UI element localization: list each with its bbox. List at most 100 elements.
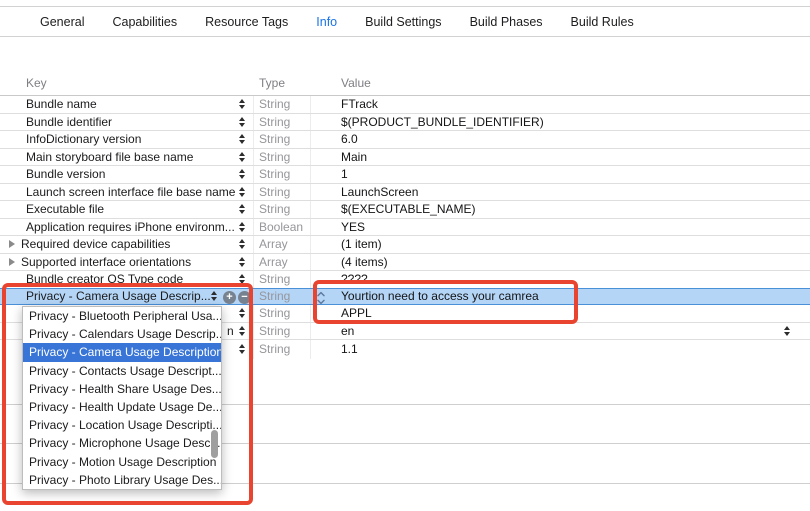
- stepper-up-icon: [239, 204, 245, 208]
- stepper-control[interactable]: [239, 187, 245, 197]
- row-type: String: [259, 115, 290, 129]
- dropdown-item[interactable]: Privacy - Bluetooth Peripheral Usa...: [23, 307, 221, 325]
- tab-build-rules[interactable]: Build Rules: [571, 15, 634, 29]
- stepper-control[interactable]: [239, 308, 245, 318]
- dropdown-item[interactable]: Privacy - Location Usage Descripti...: [23, 416, 221, 434]
- stepper-control[interactable]: [239, 222, 245, 232]
- table-row[interactable]: Launch screen interface file base nameSt…: [0, 184, 810, 202]
- stepper-up-icon: [211, 291, 217, 295]
- table-row[interactable]: Bundle creator OS Type codeString????: [0, 271, 810, 289]
- row-key: Main storyboard file base name: [26, 150, 193, 164]
- dropdown-item[interactable]: Privacy - Microphone Usage Descr...: [23, 434, 221, 452]
- stepper-up-icon: [239, 239, 245, 243]
- stepper-control[interactable]: [239, 257, 245, 267]
- stepper-control[interactable]: [239, 117, 245, 127]
- stepper-up-icon: [784, 326, 790, 330]
- stepper-down-icon: [239, 350, 245, 354]
- table-row[interactable]: Privacy - Camera Usage Descrip...+−Strin…: [0, 288, 810, 306]
- stepper-control[interactable]: [239, 152, 245, 162]
- table-row[interactable]: Executable fileString$(EXECUTABLE_NAME): [0, 201, 810, 219]
- stepper-up-icon: [239, 274, 245, 278]
- stepper-down-icon: [239, 314, 245, 318]
- column-header-key: Key: [26, 76, 47, 90]
- stepper-down-icon: [239, 280, 245, 284]
- table-row[interactable]: InfoDictionary versionString6.0: [0, 131, 810, 149]
- row-type: Array: [259, 237, 288, 251]
- row-type: Boolean: [259, 220, 303, 234]
- stepper-down-icon: [239, 158, 245, 162]
- row-key: Bundle name: [26, 97, 97, 111]
- scrollbar-thumb[interactable]: [211, 430, 218, 458]
- dropdown-item[interactable]: Privacy - Health Update Usage De...: [23, 398, 221, 416]
- stepper-control[interactable]: [239, 99, 245, 109]
- row-value: $(EXECUTABLE_NAME): [341, 202, 475, 216]
- row-value: ????: [341, 272, 368, 286]
- stepper-control[interactable]: [211, 291, 217, 301]
- stepper-control[interactable]: [239, 169, 245, 179]
- tab-build-phases[interactable]: Build Phases: [470, 15, 543, 29]
- row-key: Application requires iPhone environm...: [26, 220, 235, 234]
- stepper-control[interactable]: [239, 239, 245, 249]
- tab-info[interactable]: Info: [316, 15, 337, 29]
- stepper-control[interactable]: [239, 274, 245, 284]
- stepper-control[interactable]: [239, 344, 245, 354]
- row-value: (4 items): [341, 255, 388, 269]
- tab-bar: General Capabilities Resource Tags Info Buil…: [0, 6, 810, 37]
- row-key: InfoDictionary version: [26, 132, 141, 146]
- value-popup-stepper-icon[interactable]: [316, 291, 326, 305]
- table-row[interactable]: Bundle identifierString$(PRODUCT_BUNDLE_…: [0, 114, 810, 132]
- disclosure-triangle-icon[interactable]: [9, 258, 15, 266]
- dropdown-item[interactable]: Privacy - Calendars Usage Descrip...: [23, 325, 221, 343]
- tab-capabilities[interactable]: Capabilities: [112, 15, 177, 29]
- stepper-down-icon: [239, 245, 245, 249]
- stepper-up-icon: [239, 152, 245, 156]
- row-value: APPL: [341, 306, 372, 320]
- stepper-down-icon: [239, 228, 245, 232]
- table-row[interactable]: Required device capabilitiesArray(1 item…: [0, 236, 810, 254]
- row-type: String: [259, 324, 290, 338]
- row-key: Launch screen interface file base name: [26, 185, 235, 199]
- stepper-up-icon: [239, 187, 245, 191]
- stepper-down-icon: [239, 105, 245, 109]
- add-row-button[interactable]: +: [223, 291, 236, 304]
- row-key: Supported interface orientations: [21, 255, 191, 269]
- row-key: Executable file: [26, 202, 104, 216]
- row-type: String: [259, 167, 290, 181]
- tab-general[interactable]: General: [40, 15, 84, 29]
- row-key: Bundle creator OS Type code: [26, 272, 183, 286]
- tab-build-settings[interactable]: Build Settings: [365, 15, 441, 29]
- stepper-control[interactable]: [239, 134, 245, 144]
- column-header-value: Value: [341, 76, 371, 90]
- dropdown-item[interactable]: Privacy - Photo Library Usage Des...: [23, 471, 221, 489]
- row-value: 1.1: [341, 342, 358, 356]
- key-dropdown: Privacy - Bluetooth Peripheral Usa...Pri…: [22, 306, 222, 490]
- stepper-up-icon: [239, 169, 245, 173]
- stepper-control[interactable]: [784, 326, 790, 336]
- row-type: String: [259, 306, 290, 320]
- dropdown-item[interactable]: Privacy - Health Share Usage Des...: [23, 380, 221, 398]
- table-row[interactable]: Main storyboard file base nameStringMain: [0, 149, 810, 167]
- stepper-down-icon: [239, 123, 245, 127]
- row-key: Bundle version: [26, 167, 105, 181]
- stepper-control[interactable]: [239, 326, 245, 336]
- row-type: Array: [259, 255, 288, 269]
- row-value: en: [341, 324, 354, 338]
- table-row[interactable]: Bundle nameStringFTrack: [0, 96, 810, 114]
- stepper-down-icon: [211, 297, 217, 301]
- remove-row-button[interactable]: −: [238, 291, 251, 304]
- row-type: String: [259, 342, 290, 356]
- row-value: $(PRODUCT_BUNDLE_IDENTIFIER): [341, 115, 544, 129]
- row-value: 1: [341, 167, 348, 181]
- table-row[interactable]: Application requires iPhone environm... B…: [0, 219, 810, 237]
- dropdown-item[interactable]: Privacy - Camera Usage Description: [23, 343, 221, 361]
- tab-resource-tags[interactable]: Resource Tags: [205, 15, 288, 29]
- table-row[interactable]: Bundle version String 1: [0, 166, 810, 184]
- stepper-up-icon: [239, 222, 245, 226]
- dropdown-item[interactable]: Privacy - Contacts Usage Descript...: [23, 362, 221, 380]
- dropdown-item[interactable]: Privacy - Motion Usage Description: [23, 453, 221, 471]
- row-value: Yourtion need to access your camrea: [341, 289, 539, 303]
- row-value: YES: [341, 220, 365, 234]
- stepper-control[interactable]: [239, 204, 245, 214]
- disclosure-triangle-icon[interactable]: [9, 240, 15, 248]
- table-row[interactable]: Supported interface orientations Array (4 …: [0, 254, 810, 272]
